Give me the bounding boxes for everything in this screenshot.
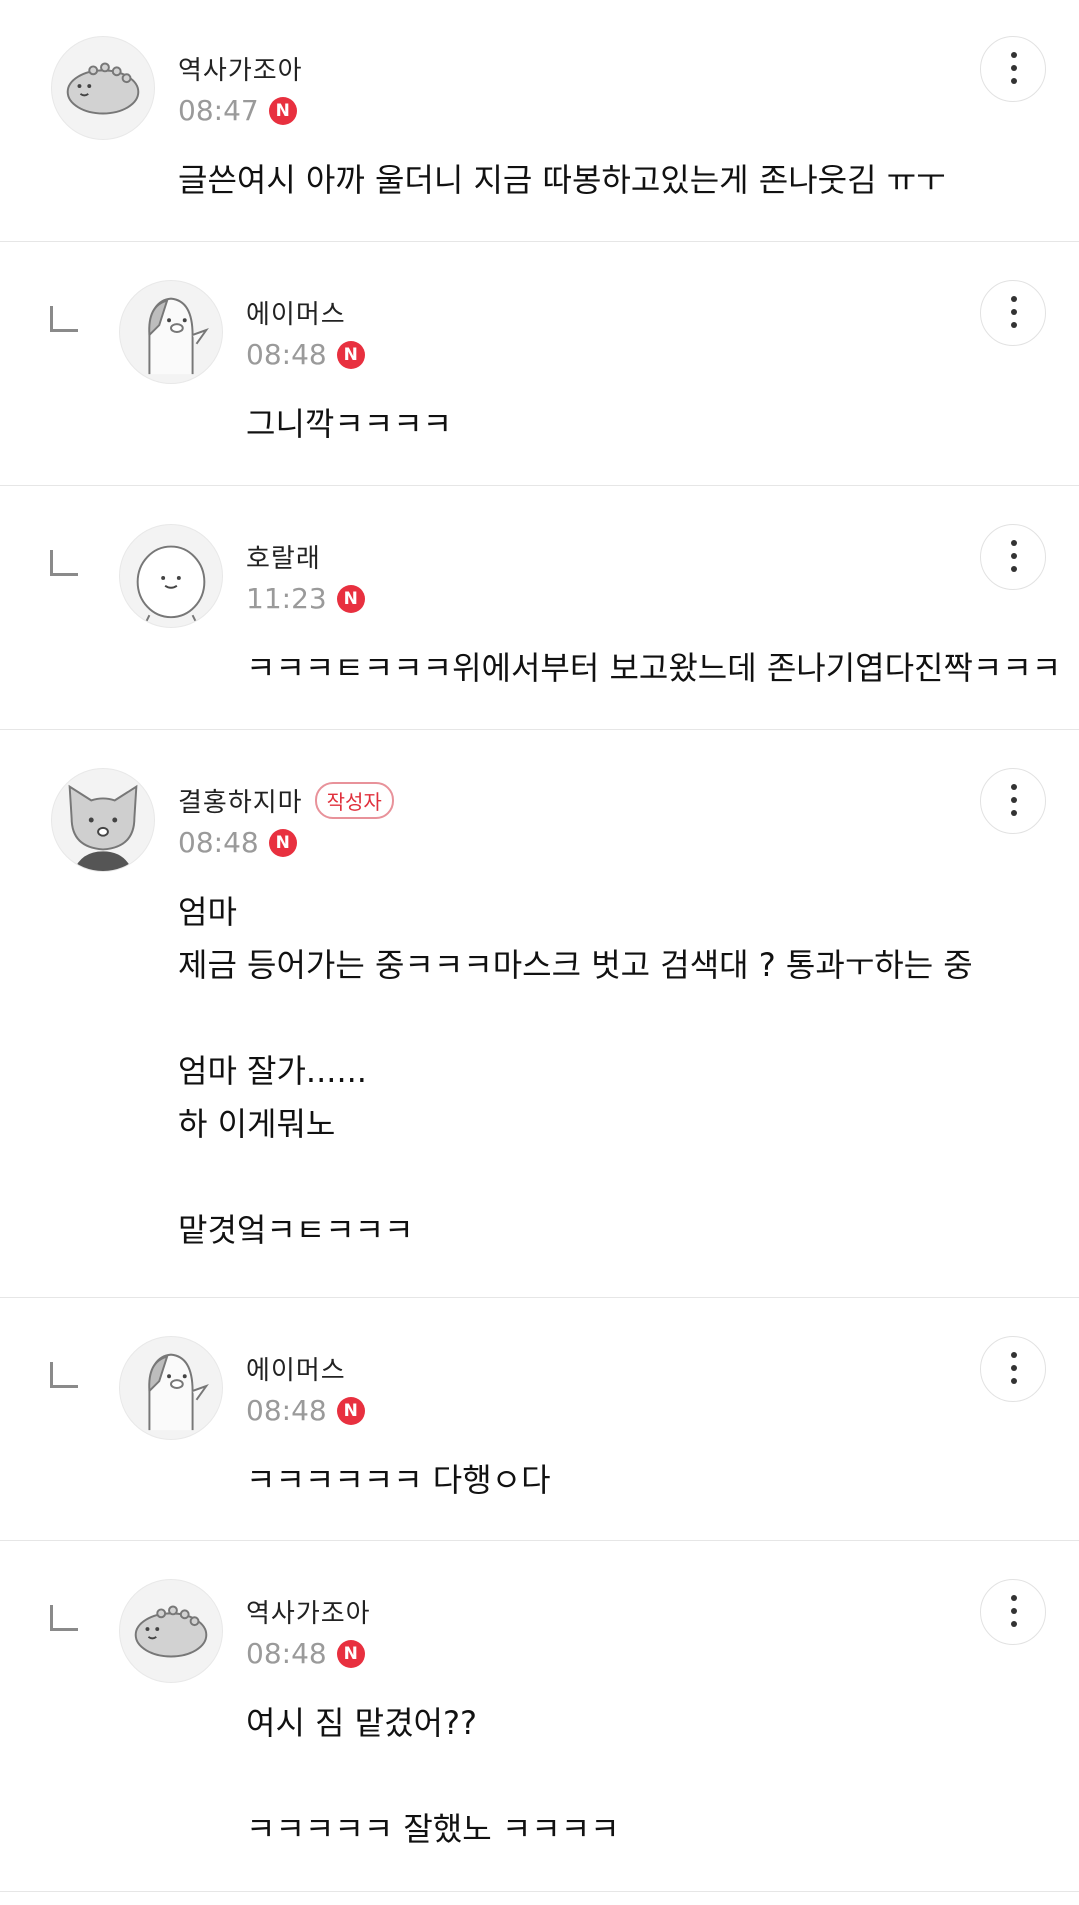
reply-item: 에이머스 08:48 N ㅋㅋㅋㅋㅋㅋ 다행ㅇ다 bbox=[0, 1298, 1079, 1541]
comment-text: 여시 짐 맡겼어?? ㅋㅋㅋㅋㅋ 잘했노 ㅋㅋㅋㅋ bbox=[246, 1704, 620, 1848]
comment-time: 08:48 bbox=[178, 826, 259, 859]
avatar-dinosaur-icon[interactable] bbox=[51, 36, 155, 140]
more-dot-icon bbox=[1011, 322, 1017, 328]
more-dot-icon bbox=[1011, 309, 1017, 315]
avatar-cat-icon[interactable] bbox=[51, 768, 155, 872]
more-dot-icon bbox=[1011, 797, 1017, 803]
comment-meta: 08:48 N bbox=[246, 1637, 365, 1670]
comment-time: 11:23 bbox=[246, 582, 327, 615]
more-dot-icon bbox=[1011, 1352, 1017, 1358]
new-badge: N bbox=[336, 1396, 365, 1425]
comment-text: ㅋㅋㅋㅋㅋㅋ 다행ㅇ다 bbox=[246, 1461, 551, 1499]
more-dot-icon bbox=[1011, 1365, 1017, 1371]
comment-author[interactable]: 역사가조아 bbox=[178, 50, 303, 87]
comment-item: 역사가조아 08:47 N 글쓴여시 아까 울더니 지금 따봉하고있는게 존나웃… bbox=[0, 0, 1079, 242]
comment-meta: 11:23 N bbox=[246, 582, 365, 615]
more-dot-icon bbox=[1011, 1378, 1017, 1384]
comment-author[interactable]: 에이머스 bbox=[246, 1350, 346, 1387]
more-dot-icon bbox=[1011, 810, 1017, 816]
new-badge: N bbox=[268, 828, 297, 857]
comment-text: 엄마 제금 등어가는 중ㅋㅋㅋ마스크 벗고 검색대 ? 통과ㅜ하는 중 엄마 잘… bbox=[178, 893, 973, 1249]
new-badge: N bbox=[336, 340, 365, 369]
reply-arrow-icon bbox=[50, 550, 78, 576]
author-badge: 작성자 bbox=[314, 782, 394, 819]
more-options-button[interactable] bbox=[980, 524, 1046, 590]
comment-meta: 08:47 N bbox=[178, 94, 297, 127]
avatar-penguin-icon[interactable] bbox=[119, 1336, 223, 1440]
comment-time: 08:48 bbox=[246, 1394, 327, 1427]
more-dot-icon bbox=[1011, 1621, 1017, 1627]
avatar-blob-icon[interactable] bbox=[119, 524, 223, 628]
comment-time: 08:48 bbox=[246, 338, 327, 371]
more-dot-icon bbox=[1011, 553, 1017, 559]
more-dot-icon bbox=[1011, 78, 1017, 84]
comment-time: 08:48 bbox=[246, 1637, 327, 1670]
comment-item: 결홍하지마 작성자 08:48 N 엄마 제금 등어가는 중ㅋㅋㅋ마스크 벗고 검… bbox=[0, 730, 1079, 1298]
reply-item: 호랄래 11:23 N ㅋㅋㅋㅌㅋㅋㅋ위에서부터 보고왔느데 존나기엽다진짝ㅋㅋ… bbox=[0, 486, 1079, 730]
comment-author[interactable]: 에이머스 bbox=[246, 294, 346, 331]
comment-text: 그니깍ㅋㅋㅋㅋ bbox=[246, 405, 453, 443]
avatar-penguin-icon[interactable] bbox=[119, 280, 223, 384]
comment-meta: 08:48 N bbox=[246, 338, 365, 371]
reply-arrow-icon bbox=[50, 1362, 78, 1388]
comment-meta: 08:48 N bbox=[178, 826, 297, 859]
avatar-dinosaur-icon[interactable] bbox=[119, 1579, 223, 1683]
reply-item: 에이머스 08:48 N 그니깍ㅋㅋㅋㅋ bbox=[0, 242, 1079, 486]
reply-arrow-icon bbox=[50, 1605, 78, 1631]
comment-author[interactable]: 결홍하지마 작성자 bbox=[178, 782, 394, 819]
more-options-button[interactable] bbox=[980, 1336, 1046, 1402]
more-dot-icon bbox=[1011, 296, 1017, 302]
more-dot-icon bbox=[1011, 1608, 1017, 1614]
more-options-button[interactable] bbox=[980, 36, 1046, 102]
comment-text: 글쓴여시 아까 울더니 지금 따봉하고있는게 존나웃김 ㅠㅜ bbox=[178, 161, 946, 199]
more-options-button[interactable] bbox=[980, 280, 1046, 346]
more-dot-icon bbox=[1011, 52, 1017, 58]
more-dot-icon bbox=[1011, 784, 1017, 790]
new-badge: N bbox=[336, 584, 365, 613]
more-dot-icon bbox=[1011, 65, 1017, 71]
author-name[interactable]: 결홍하지마 bbox=[178, 788, 303, 818]
reply-item: 역사가조아 08:48 N 여시 짐 맡겼어?? ㅋㅋㅋㅋㅋ 잘했노 ㅋㅋㅋㅋ bbox=[0, 1541, 1079, 1892]
comment-text: ㅋㅋㅋㅌㅋㅋㅋ위에서부터 보고왔느데 존나기엽다진짝ㅋㅋㅋ bbox=[246, 649, 1062, 687]
comment-author[interactable]: 역사가조아 bbox=[246, 1593, 371, 1630]
more-dot-icon bbox=[1011, 540, 1017, 546]
comment-author[interactable]: 호랄래 bbox=[246, 538, 321, 575]
new-badge: N bbox=[336, 1639, 365, 1668]
reply-arrow-icon bbox=[50, 306, 78, 332]
new-badge: N bbox=[268, 96, 297, 125]
more-dot-icon bbox=[1011, 566, 1017, 572]
comment-meta: 08:48 N bbox=[246, 1394, 365, 1427]
more-options-button[interactable] bbox=[980, 1579, 1046, 1645]
more-options-button[interactable] bbox=[980, 768, 1046, 834]
more-dot-icon bbox=[1011, 1595, 1017, 1601]
comment-time: 08:47 bbox=[178, 94, 259, 127]
